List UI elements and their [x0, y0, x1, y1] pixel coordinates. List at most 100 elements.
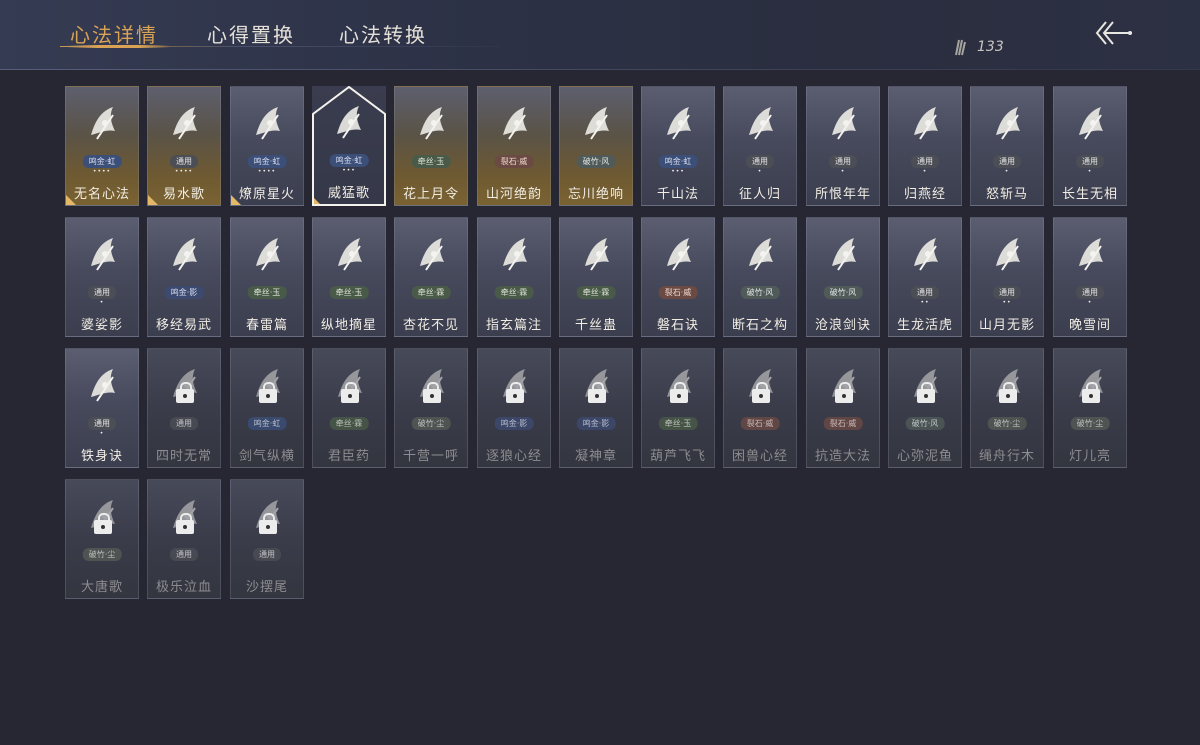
level-dots: •••: [671, 168, 685, 175]
school-tag: 鸣金·虹: [247, 155, 287, 168]
technique-card[interactable]: 通用 •• 山月无影: [970, 217, 1044, 337]
technique-card[interactable]: 通用 •• 生龙活虎: [888, 217, 962, 337]
technique-card[interactable]: 牵丝·霖 君臣药: [312, 348, 386, 468]
technique-card[interactable]: 破竹·风 忘川绝响: [559, 86, 633, 206]
technique-card[interactable]: 破竹·尘灯儿亮: [1053, 348, 1127, 468]
school-tag: 牵丝·玉: [658, 417, 698, 430]
equipped-corner-icon: [231, 195, 241, 205]
lock-icon: [670, 382, 688, 403]
figure-icon: [1079, 107, 1103, 140]
school-tag: 牵丝·玉: [329, 286, 369, 299]
level-dots: ••••: [174, 168, 194, 175]
technique-card[interactable]: 鸣金·虹 •••• 无名心法: [65, 86, 139, 206]
technique-card[interactable]: 裂石·威 抗造大法: [806, 348, 880, 468]
technique-card[interactable]: 牵丝·玉 花上月令: [394, 86, 468, 206]
level-dots: •: [840, 168, 846, 175]
school-tag: 牵丝·玉: [247, 286, 287, 299]
technique-card[interactable]: 通用 • 怒斩马: [970, 86, 1044, 206]
tab-convert[interactable]: 心法转换: [339, 19, 427, 48]
school-tag: 牵丝·霖: [494, 286, 534, 299]
technique-name: 春雷篇: [245, 318, 288, 333]
school-tag: 通用: [911, 286, 939, 299]
technique-card[interactable]: 通用 • 长生无相: [1053, 86, 1127, 206]
technique-card[interactable]: 鸣金·虹 ••• 威猛歌: [312, 86, 386, 206]
technique-name: 灯儿亮: [1068, 449, 1111, 464]
yinyang-icon: [503, 238, 527, 271]
lightning-icon: [256, 238, 280, 271]
technique-card[interactable]: 破竹·风 断石之构: [723, 217, 797, 337]
technique-card[interactable]: 牵丝·玉 葫芦飞飞: [641, 348, 715, 468]
lock-icon: [588, 382, 606, 403]
bird-hand-icon: [749, 107, 773, 140]
lock-icon: [917, 382, 935, 403]
technique-card[interactable]: 通用 • 晚雪间: [1053, 217, 1127, 337]
technique-name: 君臣药: [327, 449, 370, 464]
technique-card[interactable]: 破竹·尘 千营一呼: [394, 348, 468, 468]
tab-exchange[interactable]: 心得置换: [207, 19, 295, 48]
technique-name: 极乐泣血: [155, 580, 212, 595]
technique-card[interactable]: 破竹·风沧浪剑诀: [806, 217, 880, 337]
technique-name: 沙摆尾: [245, 580, 288, 595]
school-tag: 破竹·风: [823, 286, 863, 299]
technique-card[interactable]: 牵丝·霖 千丝蛊: [559, 217, 633, 337]
technique-name: 指玄篇注: [485, 318, 542, 333]
technique-card[interactable]: 通用 • 婆娑影: [65, 217, 139, 337]
technique-card[interactable]: 通用 •••• 易水歌: [147, 86, 221, 206]
school-tag: 通用: [829, 155, 857, 168]
lock-icon: [999, 382, 1017, 403]
serpent-icon: [832, 238, 856, 271]
hand-star-icon: [338, 238, 362, 271]
technique-card[interactable]: 鸣金·虹 •••• 燎原星火: [230, 86, 304, 206]
horse-icon: [173, 107, 197, 140]
lock-icon: [1082, 382, 1100, 403]
level-dots: ••••: [257, 168, 277, 175]
technique-card[interactable]: 牵丝·玉 纵地摘星: [312, 217, 386, 337]
sword-icon: [91, 107, 115, 140]
technique-name: 四时无常: [155, 449, 212, 464]
back-button[interactable]: [1092, 16, 1136, 50]
tab-details[interactable]: 心法详情: [70, 19, 158, 48]
technique-name: 千丝蛊: [574, 318, 617, 333]
technique-card[interactable]: 裂石·威 磐石诀: [641, 217, 715, 337]
technique-name: 长生无相: [1061, 187, 1118, 202]
technique-card[interactable]: 通用 四时无常: [147, 348, 221, 468]
technique-card[interactable]: 鸣金·虹 ••• 千山法: [641, 86, 715, 206]
technique-card[interactable]: 鸣金·影 移经易武: [147, 217, 221, 337]
technique-name: 沧浪剑诀: [814, 318, 871, 333]
technique-name: 移经易武: [155, 318, 212, 333]
technique-card[interactable]: 破竹·风 心弥泥鱼: [888, 348, 962, 468]
school-tag: 通用: [170, 155, 198, 168]
technique-card[interactable]: 牵丝·霖指玄篇注: [477, 217, 551, 337]
technique-card[interactable]: 破竹·尘 大唐歌: [65, 479, 139, 599]
dragon-icon: [91, 238, 115, 271]
school-tag: 鸣金·虹: [247, 417, 287, 430]
technique-card[interactable]: 裂石·威 山河绝韵: [477, 86, 551, 206]
technique-card[interactable]: 鸣金·影 逐狼心经: [477, 348, 551, 468]
technique-name: 山月无影: [978, 318, 1035, 333]
technique-card[interactable]: 破竹·尘 绳舟行木: [970, 348, 1044, 468]
technique-card[interactable]: 牵丝·霖 杏花不见: [394, 217, 468, 337]
spear-icon: [256, 107, 280, 140]
technique-card[interactable]: 通用 • 征人归: [723, 86, 797, 206]
level-dots: ••: [920, 299, 930, 306]
technique-card[interactable]: 鸣金·虹剑气纵横: [230, 348, 304, 468]
school-tag: 通用: [911, 155, 939, 168]
lock-icon: [835, 382, 853, 403]
warrior-icon: [173, 238, 197, 271]
technique-card[interactable]: 鸣金·影 凝神章: [559, 348, 633, 468]
school-tag: 破竹·尘: [1070, 417, 1110, 430]
technique-card[interactable]: 通用 极乐泣血: [147, 479, 221, 599]
technique-card[interactable]: 裂石·威 困兽心经: [723, 348, 797, 468]
technique-card[interactable]: 通用 • 归燕经: [888, 86, 962, 206]
school-tag: 通用: [993, 286, 1021, 299]
technique-card[interactable]: 通用 • 所恨年年: [806, 86, 880, 206]
level-dots: ••••: [92, 168, 112, 175]
technique-card[interactable]: 通用 沙摆尾: [230, 479, 304, 599]
technique-card[interactable]: 通用 • 铁身诀: [65, 348, 139, 468]
back-arrow-icon: [1095, 21, 1132, 45]
school-tag: 破竹·尘: [411, 417, 451, 430]
school-tag: 通用: [1076, 286, 1104, 299]
swallow-icon: [914, 107, 938, 140]
technique-name: 剑气纵横: [238, 449, 295, 464]
technique-card[interactable]: 牵丝·玉春雷篇: [230, 217, 304, 337]
